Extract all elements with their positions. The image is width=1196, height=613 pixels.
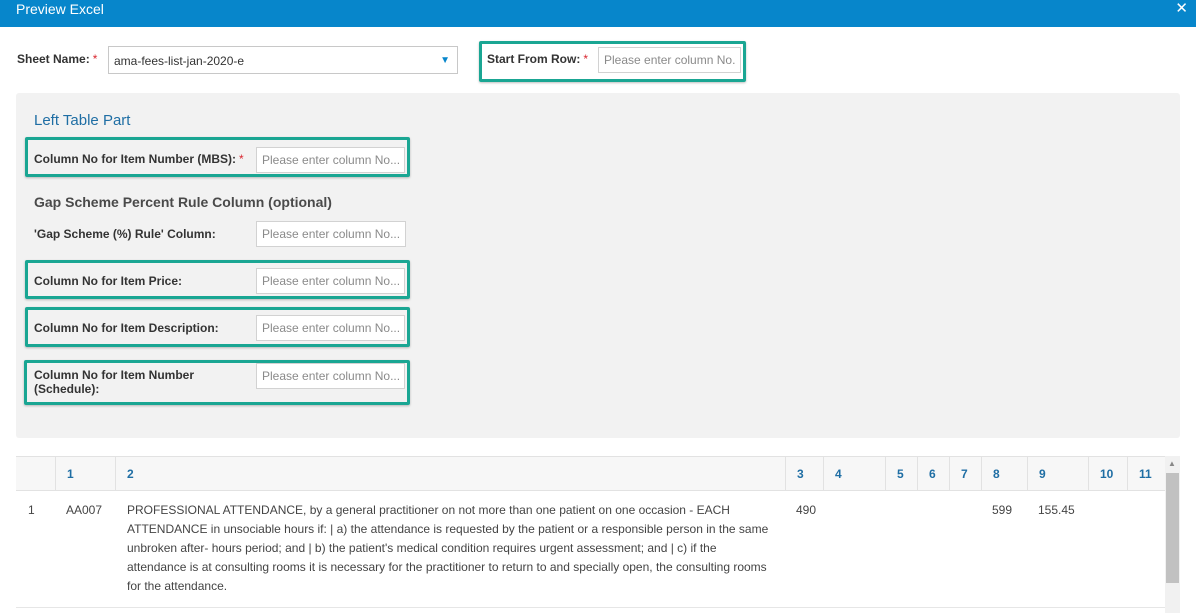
item-description-input[interactable] (256, 315, 405, 341)
item-price-input[interactable] (256, 268, 405, 294)
close-icon[interactable]: ✕ (1175, 0, 1188, 17)
scrollbar-thumb[interactable] (1166, 473, 1179, 583)
column-header[interactable]: 1 (55, 457, 115, 491)
panel-title: Left Table Part (34, 112, 131, 129)
sheet-name-select[interactable]: ama-fees-list-jan-2020-e ▼ (108, 46, 458, 74)
required-mark: * (92, 52, 98, 66)
gap-rule-label: 'Gap Scheme (%) Rule' Column: (34, 227, 216, 241)
item-number-schedule-label: Column No for Item Number (Schedule): (34, 368, 194, 396)
sheet-name-label: Sheet Name: * (17, 52, 98, 66)
label-line: Column No for Item Number (34, 368, 195, 382)
start-row-label: Start From Row: * (487, 52, 589, 66)
arrow-up-icon[interactable]: ▲ (1168, 459, 1176, 468)
row-divider (16, 607, 1165, 608)
item-number-mbs-input[interactable] (256, 147, 405, 173)
table-header: 1 2 3 4 5 6 7 8 9 10 11 (16, 456, 1165, 491)
start-row-input[interactable] (598, 47, 741, 73)
preview-table: 1 2 3 4 5 6 7 8 9 10 11 1 AA007 PROFESSI… (16, 456, 1165, 613)
item-description-label: Column No for Item Description: (34, 321, 219, 335)
required-mark: * (583, 52, 589, 66)
table-cell: PROFESSIONAL ATTENDANCE, by a general pr… (127, 503, 769, 593)
column-header[interactable]: 6 (917, 457, 949, 491)
dialog-titlebar: Preview Excel ✕ (0, 0, 1196, 27)
column-header[interactable]: 2 (115, 457, 785, 491)
table-cell: AA007 (66, 503, 103, 517)
item-number-schedule-input[interactable] (256, 363, 405, 389)
table-cell: 155.45 (1038, 503, 1075, 517)
sheet-name-value: ama-fees-list-jan-2020-e (114, 54, 245, 68)
column-header[interactable]: 11 (1127, 457, 1165, 491)
gap-rule-input[interactable] (256, 221, 406, 247)
table-cell: 1 (28, 503, 35, 517)
column-header[interactable]: 10 (1088, 457, 1127, 491)
column-header[interactable]: 3 (785, 457, 823, 491)
column-header[interactable]: 7 (949, 457, 981, 491)
column-header[interactable]: 4 (823, 457, 885, 491)
table-scrollbar[interactable]: ▲ (1165, 456, 1180, 613)
item-number-mbs-label: Column No for Item Number (MBS): * (34, 152, 244, 166)
table-cell: 490 (796, 503, 817, 517)
chevron-down-icon[interactable]: ▼ (440, 55, 450, 66)
label-line: (Schedule): (34, 382, 100, 396)
table-cell: 599 (992, 503, 1013, 517)
gap-section-title: Gap Scheme Percent Rule Column (optional… (34, 194, 332, 210)
column-header[interactable]: 5 (885, 457, 917, 491)
item-price-label: Column No for Item Price: (34, 274, 183, 288)
dialog-title: Preview Excel (16, 1, 104, 17)
required-mark: * (239, 152, 244, 166)
column-header[interactable]: 8 (981, 457, 1027, 491)
column-header[interactable] (16, 457, 55, 491)
column-header[interactable]: 9 (1027, 457, 1088, 491)
